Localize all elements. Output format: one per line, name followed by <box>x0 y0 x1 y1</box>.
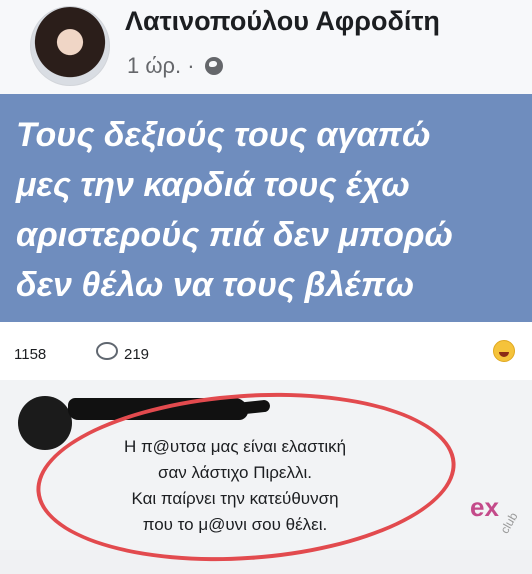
engagement-bar: 1158 219 <box>0 322 532 380</box>
comment-line-1: Η π@υτσα μας είναι ελαστική <box>123 437 347 456</box>
comment-section: Η π@υτσα μας είναι ελαστική σαν λάστιχο … <box>0 379 532 574</box>
author-name[interactable]: Λατινοπούλου Αφροδίτη <box>125 6 440 37</box>
watermark-logo: ex club <box>470 492 524 548</box>
comment-line-3: Και παίρνει την κατεύθυνση <box>131 489 339 508</box>
post-line-4: δεν θέλω να τους βλέπω <box>16 266 414 304</box>
post-text: Τους δεξιούς τους αγαπώ μες την καρδιά τ… <box>16 110 453 310</box>
author-avatar[interactable] <box>30 6 110 86</box>
watermark-small: club <box>497 509 521 537</box>
post-time[interactable]: 1 ώρ. <box>127 53 181 78</box>
comment-bubble-icon[interactable] <box>96 342 118 360</box>
post-header: Λατινοπούλου Αφροδίτη 1 ώρ. · <box>0 0 532 94</box>
post-line-1: Τους δεξιούς τους αγαπώ <box>16 116 431 154</box>
comment-line-4: που το μ@υνι σου θέλει. <box>142 515 328 534</box>
laughing-emoji-icon[interactable] <box>493 340 515 362</box>
globe-icon <box>204 57 223 75</box>
commenter-avatar[interactable] <box>18 396 72 450</box>
comments-count[interactable]: 219 <box>124 346 149 363</box>
comment-text: Η π@υτσα μας είναι ελαστική σαν λάστιχο … <box>70 434 400 538</box>
post-meta: 1 ώρ. · <box>127 53 223 79</box>
reactions-count[interactable]: 1158 <box>14 346 46 363</box>
meta-separator: · <box>187 53 195 78</box>
post-body: Τους δεξιούς τους αγαπώ μες την καρδιά τ… <box>0 94 532 322</box>
comment-line-2: σαν λάστιχο Πιρελλι. <box>157 463 313 482</box>
post-line-3: αριστερούς πιά δεν μπορώ <box>16 216 453 254</box>
watermark-big: ex <box>470 492 499 522</box>
post-line-2: μες την καρδιά τους έχω <box>16 166 410 204</box>
